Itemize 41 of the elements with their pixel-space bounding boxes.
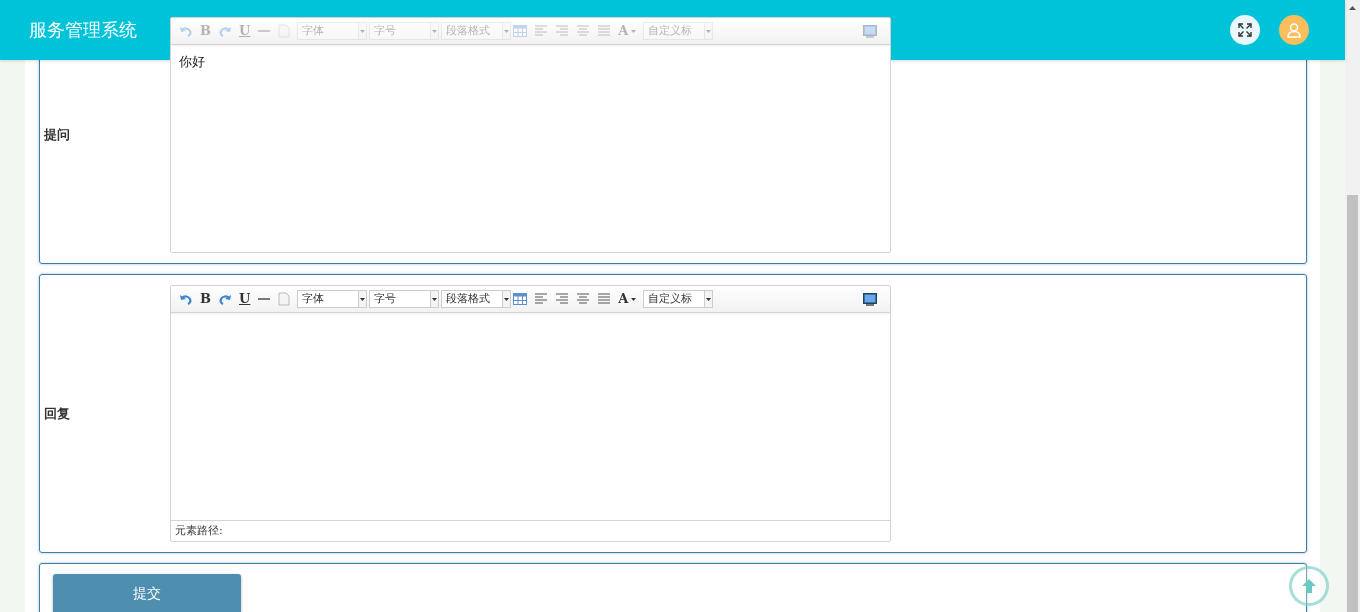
caret-icon — [631, 29, 637, 33]
element-path-bar: 元素路径: — [171, 520, 890, 541]
scrollbar[interactable] — [1345, 0, 1360, 612]
align-icon[interactable] — [534, 293, 549, 305]
align-icon[interactable] — [576, 293, 591, 305]
caret-icon — [706, 29, 712, 33]
app-title: 服务管理系统 — [29, 18, 137, 42]
expand-icon — [1237, 22, 1253, 38]
page-icon[interactable] — [278, 292, 291, 306]
bold-button[interactable]: B — [200, 292, 211, 306]
align-icon[interactable] — [555, 293, 570, 305]
field-label: 回复 — [43, 404, 71, 423]
caret-icon — [504, 297, 510, 301]
redo-icon[interactable] — [218, 292, 232, 306]
underline-button[interactable]: U — [239, 292, 251, 306]
dropdown-select[interactable]: 字号 — [369, 290, 440, 308]
user-avatar-button[interactable] — [1279, 15, 1309, 45]
align-icon[interactable] — [597, 293, 612, 305]
fullscreen-button[interactable] — [1230, 15, 1260, 45]
caret-icon — [360, 29, 366, 33]
dropdown-select[interactable]: 段落格式 — [441, 290, 512, 308]
scroll-up-arrow-icon[interactable] — [1349, 6, 1356, 10]
caret-icon — [360, 297, 366, 301]
field-label: 提问 — [43, 126, 71, 144]
caret-icon — [432, 29, 438, 33]
caret-icon — [706, 297, 712, 301]
caret-icon — [504, 29, 510, 33]
editor-text: 你好 — [179, 53, 206, 71]
font-color-button[interactable]: A — [618, 292, 637, 306]
monitor-icon[interactable] — [863, 292, 877, 306]
scrollbar-thumb[interactable] — [1347, 195, 1358, 612]
dropdown-select[interactable]: 自定义标 — [643, 290, 714, 308]
rich-text-editor[interactable]: B U 字体 字号 段落格式 A 自定义标 元素路径: — [170, 285, 891, 542]
back-to-top-button[interactable] — [1289, 566, 1329, 606]
undo-icon[interactable] — [179, 292, 193, 306]
dropdown-select[interactable]: 字体 — [297, 290, 368, 308]
user-icon — [1286, 22, 1302, 38]
submit-button[interactable]: 提交 — [53, 574, 241, 612]
caret-icon — [432, 297, 438, 301]
table-icon[interactable] — [513, 293, 528, 305]
caret-icon — [631, 297, 637, 301]
